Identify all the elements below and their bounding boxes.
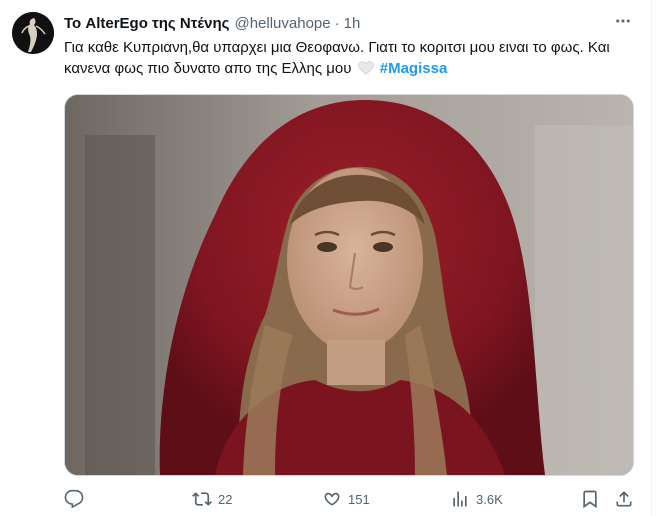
- hashtag-link[interactable]: #Magissa: [380, 60, 448, 77]
- views-button[interactable]: 3.6K: [450, 488, 503, 510]
- retweet-button[interactable]: 22: [192, 488, 232, 510]
- more-icon: [614, 12, 632, 35]
- user-handle[interactable]: @helluvahope: [234, 15, 330, 32]
- share-icon: [614, 489, 634, 509]
- reply-icon: [64, 489, 84, 509]
- timestamp[interactable]: 1h: [344, 15, 361, 32]
- views-icon: [450, 489, 470, 509]
- share-button[interactable]: [614, 488, 634, 510]
- tweet-media-image[interactable]: [64, 94, 634, 476]
- tweet[interactable]: Το AlterEgo της Ντένης @helluvahope · 1h…: [0, 0, 652, 516]
- like-icon: [322, 489, 342, 509]
- avatar[interactable]: [12, 12, 54, 54]
- reply-button[interactable]: [64, 488, 84, 510]
- retweet-icon: [192, 489, 212, 509]
- views-count: 3.6K: [476, 491, 503, 507]
- tweet-header: Το AlterEgo της Ντένης @helluvahope · 1h: [64, 12, 360, 34]
- like-count: 151: [348, 491, 370, 507]
- tweet-actions: 22 151 3.6K: [64, 488, 634, 510]
- bookmark-icon: [580, 489, 600, 509]
- display-name[interactable]: Το AlterEgo της Ντένης: [64, 15, 229, 32]
- white-heart-emoji-icon: [357, 60, 374, 75]
- tweet-text-line1: Για καθε Κυπριανη,θα υπαρχει μια Θεοφανω…: [64, 39, 547, 56]
- more-options-button[interactable]: [613, 14, 633, 32]
- bookmark-button[interactable]: [580, 488, 600, 510]
- like-button[interactable]: 151: [322, 488, 370, 510]
- separator-dot: ·: [334, 14, 340, 32]
- tweet-text: Για καθε Κυπριανη,θα υπαρχει μια Θεοφανω…: [64, 37, 634, 79]
- retweet-count: 22: [218, 491, 233, 507]
